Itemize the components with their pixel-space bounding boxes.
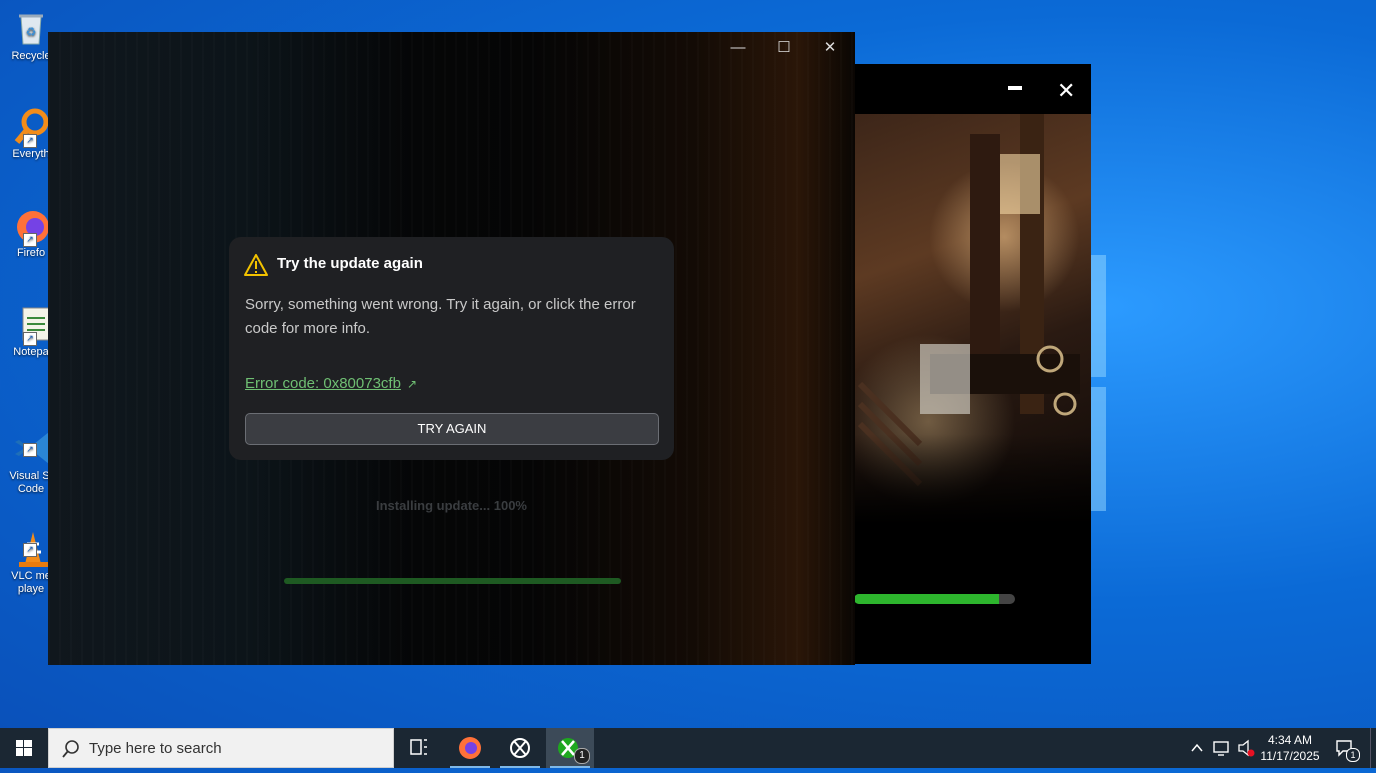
search-box[interactable]: Type here to search bbox=[48, 728, 394, 768]
error-code-link[interactable]: Error code: 0x80073cfb ↗ bbox=[245, 375, 417, 392]
install-progress-bar bbox=[284, 578, 621, 584]
taskbar-firefox[interactable] bbox=[446, 728, 494, 768]
svg-text:♻: ♻ bbox=[26, 25, 37, 39]
desktop-icon-label: VLC me playe bbox=[11, 570, 51, 595]
dialog-title: Try the update again bbox=[277, 255, 423, 272]
network-icon bbox=[1213, 741, 1229, 756]
firefox-icon: ↗ bbox=[11, 205, 51, 247]
title-bar: ✕ bbox=[820, 64, 1091, 114]
recycle-bin-icon: ♻ bbox=[11, 8, 51, 48]
action-center-button[interactable]: 1 bbox=[1330, 728, 1360, 768]
close-button[interactable]: ✕ bbox=[1057, 78, 1075, 104]
firefox-icon bbox=[459, 737, 481, 759]
update-error-dialog: Try the update again Sorry, something we… bbox=[229, 237, 674, 460]
game-artwork bbox=[820, 114, 1091, 524]
clock-time: 4:34 AM bbox=[1267, 733, 1313, 747]
clock-date: 11/17/2025 bbox=[1260, 749, 1320, 763]
game-launcher-window: ✕ bbox=[820, 64, 1091, 664]
system-clock[interactable]: 4:34 AM 11/17/2025 bbox=[1255, 732, 1325, 764]
warning-icon bbox=[244, 254, 268, 276]
try-again-button[interactable]: TRY AGAIN bbox=[245, 413, 659, 445]
task-view-button[interactable] bbox=[395, 728, 443, 768]
search-placeholder[interactable]: Type here to search bbox=[89, 740, 222, 757]
back-progress-bar bbox=[854, 594, 1015, 604]
desktop-icon-label: Recycle bbox=[11, 50, 51, 62]
search-icon bbox=[62, 740, 79, 758]
error-code-text[interactable]: Error code: 0x80073cfb bbox=[245, 375, 401, 392]
vscode-icon: ↗ bbox=[11, 415, 51, 464]
maximize-button[interactable]: ☐ bbox=[761, 32, 807, 64]
desktop-icon-label: Notepa bbox=[13, 346, 49, 358]
minimize-button[interactable]: — bbox=[715, 32, 761, 64]
desktop-icon-label: Visual St Code bbox=[9, 470, 52, 495]
taskbar-xbox-app[interactable]: 1 bbox=[546, 728, 594, 768]
start-button[interactable] bbox=[0, 728, 48, 768]
minimize-button[interactable] bbox=[1008, 86, 1022, 90]
show-desktop-button[interactable] bbox=[1370, 728, 1376, 768]
volume-button[interactable] bbox=[1236, 728, 1256, 768]
notification-badge: 1 bbox=[1346, 748, 1360, 762]
dialog-message: Sorry, something went wrong. Try it agai… bbox=[245, 296, 636, 337]
xbox-icon bbox=[510, 738, 530, 758]
task-view-icon bbox=[410, 739, 427, 755]
vlc-icon: ↗ bbox=[11, 515, 51, 567]
external-link-icon: ↗ bbox=[406, 377, 417, 391]
xbox-update-window: — ☐ ✕ Try the update again Sorry, someth… bbox=[48, 32, 855, 665]
show-hidden-icons-button[interactable] bbox=[1188, 728, 1206, 768]
taskbar-xbox[interactable] bbox=[496, 728, 544, 768]
close-button[interactable]: ✕ bbox=[807, 32, 853, 64]
xbox-badge: 1 bbox=[574, 748, 590, 764]
magnifier-icon: ↗ bbox=[11, 106, 51, 148]
windows-logo-icon bbox=[16, 740, 32, 756]
taskbar: Type here to search 1 4:34 AM 11/17/2025… bbox=[0, 728, 1376, 768]
network-button[interactable] bbox=[1210, 728, 1234, 768]
notepad-icon: ↗ bbox=[11, 304, 51, 346]
volume-muted-icon bbox=[1238, 739, 1255, 757]
desktop-icon-label: Firefo bbox=[16, 247, 46, 259]
chevron-up-icon bbox=[1191, 743, 1203, 752]
desktop-icon-label: Everyth bbox=[12, 148, 50, 160]
install-status-text: Installing update... 100% bbox=[376, 498, 527, 513]
